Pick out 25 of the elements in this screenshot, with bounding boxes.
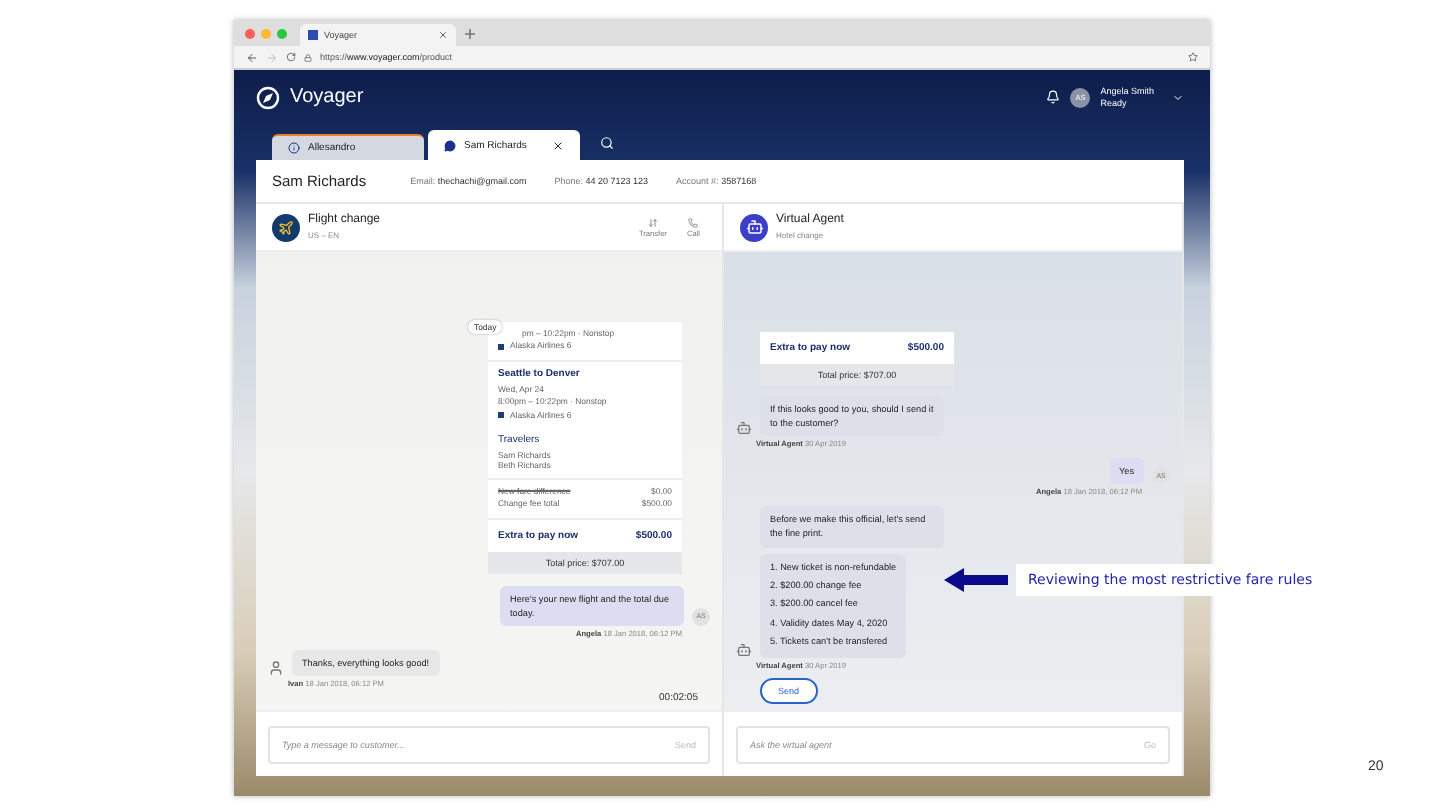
robot-icon [736,420,752,437]
reload-icon[interactable] [286,52,296,62]
new-tab-icon[interactable] [464,28,476,40]
plane-avatar-icon [272,213,300,241]
chevron-down-icon[interactable] [1172,91,1184,103]
site-icon [308,30,318,40]
compass-logo-icon [256,85,280,109]
lock-icon [304,53,312,61]
phone-icon [688,217,699,227]
search-icon[interactable] [600,136,614,150]
bookmark-icon[interactable] [1188,52,1198,62]
back-icon[interactable] [246,51,258,63]
notification-icon[interactable] [1046,90,1061,104]
info-icon [288,142,300,154]
chat-icon [444,139,456,151]
robot-avatar-icon [740,213,768,241]
airline-icon [498,344,504,351]
person-icon [268,660,284,676]
app-logo: Voyager [290,86,364,108]
close-icon[interactable] [552,139,564,151]
left-arrow-icon [944,568,1008,592]
airline-icon [498,412,504,419]
window-controls-icon [244,28,292,40]
transfer-icon [647,217,658,227]
robot-icon [736,642,752,658]
